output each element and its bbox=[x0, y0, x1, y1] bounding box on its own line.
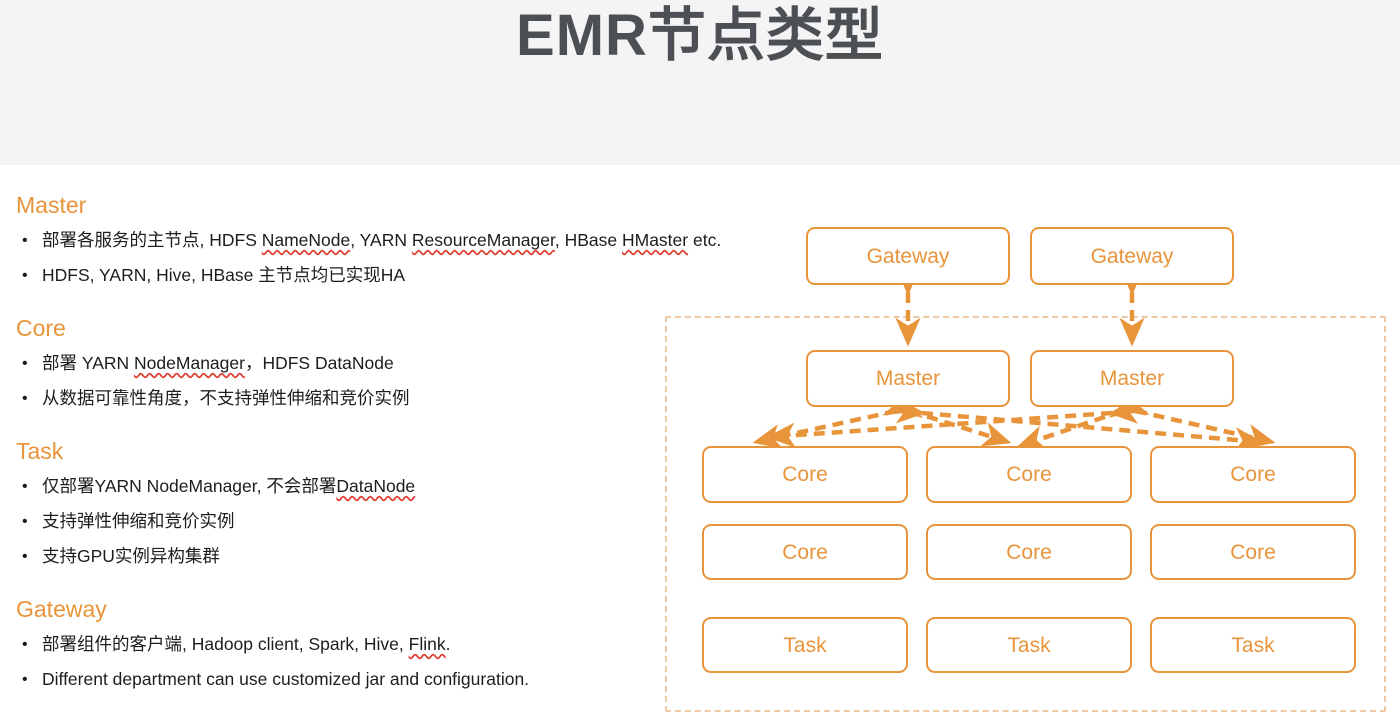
bullet-list-core: 部署 YARN NodeManager，HDFS DataNode 从数据可靠性… bbox=[16, 346, 656, 416]
bullet-item: 支持弹性伸缩和竞价实例 bbox=[16, 504, 656, 539]
node-label: Task bbox=[1007, 633, 1051, 657]
text-run: Different department can use customized … bbox=[42, 669, 530, 689]
node-gateway-2[interactable]: Gateway bbox=[1030, 227, 1234, 285]
text-run: 从数据可靠性角度，不支持弹性伸缩和竞价实例 bbox=[42, 388, 410, 408]
text-run: 部署 YARN bbox=[42, 353, 135, 373]
node-core-3[interactable]: Core bbox=[1150, 446, 1356, 503]
text-run: 部署组件的客户端, Hadoop client, Spark, Hive, bbox=[42, 634, 409, 654]
node-task-1[interactable]: Task bbox=[702, 617, 908, 673]
node-label: Core bbox=[1006, 540, 1052, 564]
node-core-2[interactable]: Core bbox=[926, 446, 1132, 503]
page-title: EMR节点类型 bbox=[516, 3, 884, 68]
node-master-1[interactable]: Master bbox=[806, 350, 1010, 407]
misspelled-word: DataNode bbox=[336, 476, 416, 496]
text-run: ，HDFS DataNode bbox=[244, 353, 394, 373]
misspelled-word: NodeManager bbox=[134, 353, 245, 373]
node-core-5[interactable]: Core bbox=[926, 524, 1132, 580]
node-label: Master bbox=[1099, 367, 1165, 390]
text-run: , HBase bbox=[554, 230, 622, 250]
node-label: Core bbox=[1230, 540, 1276, 564]
misspelled-word: NameNode bbox=[261, 230, 351, 250]
bullet-item: 从数据可靠性角度，不支持弹性伸缩和竞价实例 bbox=[16, 381, 656, 416]
text-run: 支持GPU实例异构集群 bbox=[42, 546, 220, 566]
node-core-6[interactable]: Core bbox=[1150, 524, 1356, 580]
section-heading-core: Core bbox=[16, 315, 66, 341]
section-task: Task 仅部署YARN NodeManager, 不会部署DataNode 支… bbox=[16, 437, 656, 574]
node-task-3[interactable]: Task bbox=[1150, 617, 1356, 673]
node-core-4[interactable]: Core bbox=[702, 524, 908, 580]
bullet-item: HDFS, YARN, Hive, HBase 主节点均已实现HA bbox=[16, 258, 656, 293]
node-label: Gateway bbox=[866, 244, 950, 268]
bullet-item: 部署组件的客户端, Hadoop client, Spark, Hive, Fl… bbox=[16, 627, 656, 662]
architecture-diagram: Gateway Gateway Master Master Core Core … bbox=[660, 165, 1400, 724]
text-run: HDFS, YARN, Hive, HBase 主节点均已实现HA bbox=[42, 265, 406, 285]
bullet-list-gateway: 部署组件的客户端, Hadoop client, Spark, Hive, Fl… bbox=[16, 627, 656, 697]
node-label: Core bbox=[1230, 463, 1276, 486]
bullet-item: 部署各服务的主节点, HDFS NameNode, YARN ResourceM… bbox=[16, 223, 721, 258]
node-label: Master bbox=[875, 367, 941, 390]
section-heading-master: Master bbox=[16, 192, 87, 218]
node-label: Task bbox=[1231, 633, 1275, 657]
bullet-list-task: 仅部署YARN NodeManager, 不会部署DataNode 支持弹性伸缩… bbox=[16, 469, 656, 574]
node-label: Task bbox=[783, 633, 827, 657]
misspelled-word: ResourceManager bbox=[411, 230, 555, 250]
bullet-item: 部署 YARN NodeManager，HDFS DataNode bbox=[16, 346, 656, 381]
node-core-1[interactable]: Core bbox=[702, 446, 908, 503]
text-run: 部署各服务的主节点, HDFS bbox=[42, 230, 262, 250]
section-heading-task: Task bbox=[16, 438, 64, 464]
section-heading-gateway: Gateway bbox=[16, 596, 107, 622]
slide-canvas: EMR节点类型 Master 部署各服务的主节点, HDFS NameNode,… bbox=[0, 0, 1400, 724]
node-label: Core bbox=[1006, 463, 1052, 486]
bullet-item: 仅部署YARN NodeManager, 不会部署DataNode bbox=[16, 469, 656, 504]
section-gateway: Gateway 部署组件的客户端, Hadoop client, Spark, … bbox=[16, 595, 656, 697]
text-run: 支持弹性伸缩和竞价实例 bbox=[42, 511, 235, 531]
bullet-list-master: 部署各服务的主节点, HDFS NameNode, YARN ResourceM… bbox=[16, 223, 721, 293]
node-master-2[interactable]: Master bbox=[1030, 350, 1234, 407]
content-left-column: Master 部署各服务的主节点, HDFS NameNode, YARN Re… bbox=[0, 165, 721, 724]
node-label: Core bbox=[782, 540, 828, 564]
section-core: Core 部署 YARN NodeManager，HDFS DataNode 从… bbox=[16, 314, 656, 416]
section-master: Master 部署各服务的主节点, HDFS NameNode, YARN Re… bbox=[16, 191, 721, 293]
bullet-item: 支持GPU实例异构集群 bbox=[16, 539, 656, 574]
node-gateway-1[interactable]: Gateway bbox=[806, 227, 1010, 285]
text-run: , YARN bbox=[350, 230, 412, 250]
node-label: Core bbox=[782, 463, 828, 486]
node-task-2[interactable]: Task bbox=[926, 617, 1132, 673]
text-run: . bbox=[445, 634, 451, 654]
text-run: 仅部署YARN NodeManager, 不会部署 bbox=[42, 476, 337, 496]
node-label: Gateway bbox=[1090, 244, 1174, 268]
misspelled-word: Flink bbox=[408, 634, 446, 654]
bullet-item: Different department can use customized … bbox=[16, 662, 656, 697]
